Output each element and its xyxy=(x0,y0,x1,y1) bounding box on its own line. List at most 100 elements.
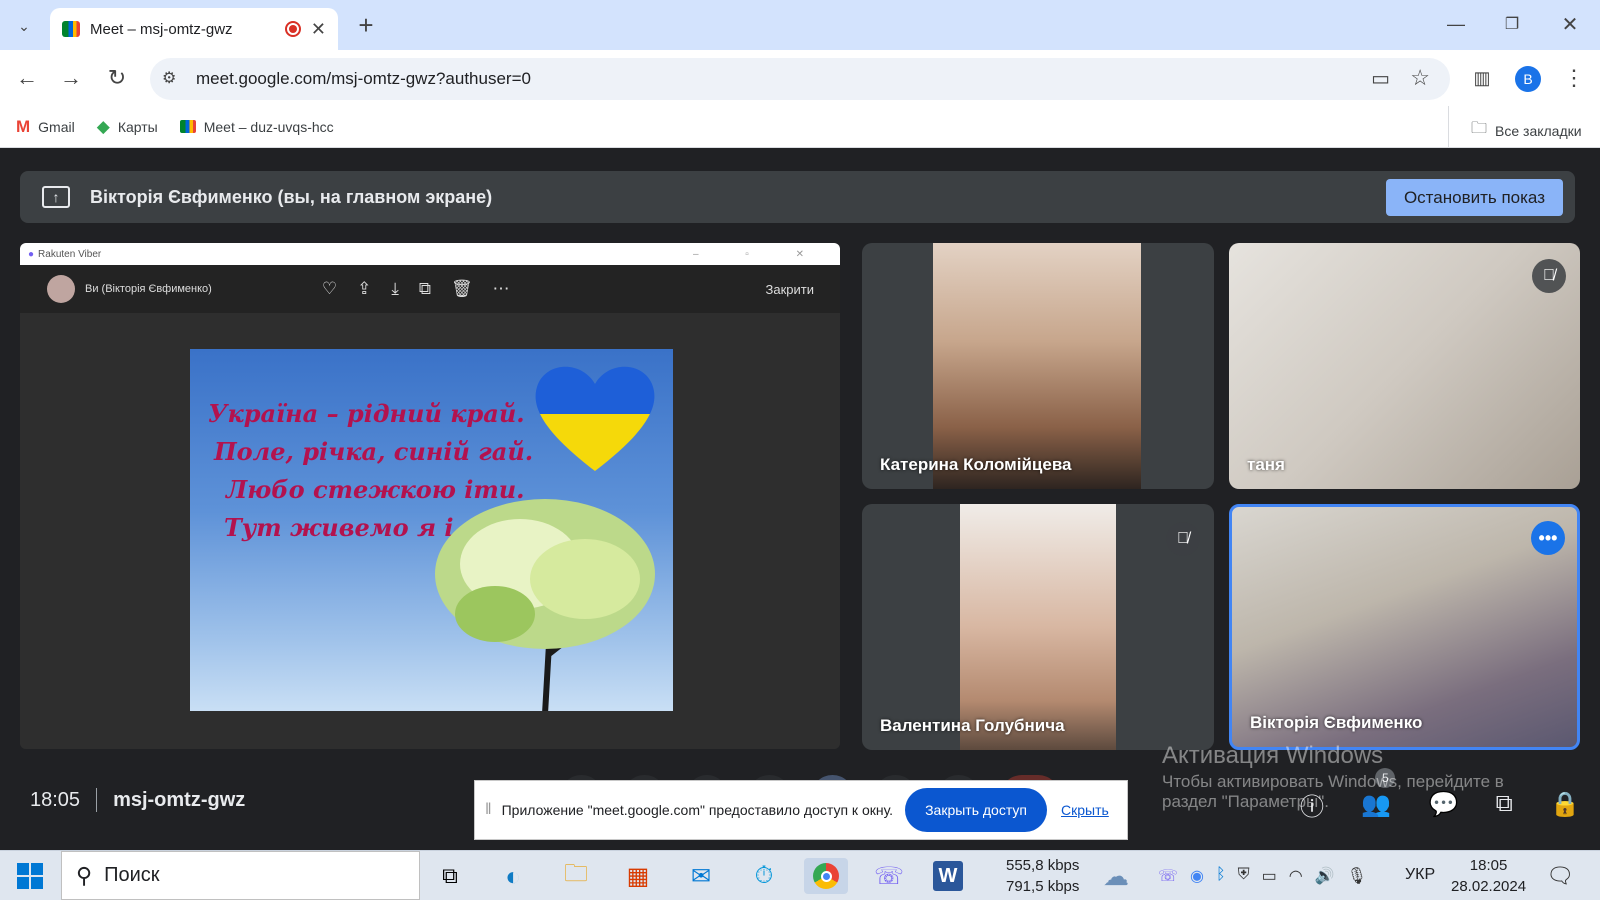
bookmark-star-icon[interactable]: ☆ xyxy=(1410,65,1430,91)
bookmark-maps[interactable]: ◆ Карты xyxy=(97,117,158,137)
mic-off-icon: 🎙̸ xyxy=(1532,259,1566,293)
gmail-icon: M xyxy=(16,116,31,136)
edge-icon[interactable]: ◐ xyxy=(495,858,531,894)
bookmarks-bar: M Gmail ◆ Карты Meet – duz-uvqs-hcc 🗀 Вс… xyxy=(0,106,1600,148)
tab-title: Meet – msj-omtz-gwz xyxy=(90,20,233,38)
address-bar[interactable]: ⚙ meet.google.com/msj-omtz-gwz?authuser=… xyxy=(150,58,1450,100)
side-controls: ⓘ 👥 5 💬 ⧉ 🔒 xyxy=(1300,767,1580,822)
notifications-icon[interactable]: 🗨 xyxy=(1542,858,1578,894)
side-panel-icon[interactable]: ▥ xyxy=(1466,62,1498,94)
search-icon: ⚲ xyxy=(76,862,93,888)
bookmark-label: Gmail xyxy=(38,118,75,135)
microphone-icon[interactable]: 🎙 xyxy=(1347,866,1367,886)
participant-tile-self[interactable]: ••• Вікторія Євфименко xyxy=(1229,504,1580,750)
participant-video xyxy=(960,504,1116,750)
weather-icon[interactable]: ☁ xyxy=(1098,858,1134,894)
activities-icon[interactable]: ⧉ xyxy=(1496,790,1513,818)
bookmark-meet[interactable]: Meet – duz-uvqs-hcc xyxy=(179,118,334,135)
presenting-banner: ↑ Вікторія Євфименко (вы, на главном экр… xyxy=(20,171,1575,223)
minimize-icon[interactable]: — xyxy=(1440,8,1472,40)
divider xyxy=(96,788,98,812)
close-access-button[interactable]: Закрыть доступ xyxy=(905,788,1047,832)
participant-tile[interactable]: 🎙̸ таня xyxy=(1229,243,1580,489)
viber-icon: ● xyxy=(28,248,35,260)
system-tray: ☏ ◉ ᛒ ⛨ ▭ ◠ 🔊 🎙 xyxy=(1158,866,1367,886)
tab-close-icon[interactable]: ✕ xyxy=(311,19,326,40)
participant-name: Вікторія Євфименко xyxy=(1250,713,1423,732)
file-explorer-icon[interactable]: 🗀 xyxy=(558,858,594,894)
participant-tile[interactable]: 🎙̸ Валентина Голубнича xyxy=(862,504,1214,750)
store-icon[interactable]: ▦ xyxy=(620,858,656,894)
new-tab-button[interactable]: + xyxy=(350,9,382,41)
bluetooth-icon[interactable]: ᛒ xyxy=(1216,866,1226,886)
drag-handle-icon[interactable]: ‖ xyxy=(485,801,492,819)
url-text: meet.google.com/msj-omtz-gwz?authuser=0 xyxy=(196,69,531,88)
clock-app-icon[interactable]: ⏱ xyxy=(746,858,782,894)
start-icon[interactable] xyxy=(12,858,48,894)
security-icon[interactable]: ⛨ xyxy=(1238,866,1250,886)
camera-icon[interactable]: ▭ xyxy=(1371,66,1390,91)
tab-meet[interactable]: Meet – msj-omtz-gwz ✕ xyxy=(50,8,338,50)
meeting-code: msj-omtz-gwz xyxy=(113,788,246,811)
meeting-time: 18:05 xyxy=(30,788,81,811)
folder-icon: 🗀 xyxy=(1471,120,1488,137)
participants-count-badge: 5 xyxy=(1375,767,1396,788)
viber-tray-icon[interactable]: ☏ xyxy=(1158,866,1178,886)
all-bookmarks[interactable]: 🗀 Все закладки xyxy=(1471,117,1582,144)
language-indicator[interactable]: УКР xyxy=(1405,866,1435,884)
task-view-icon[interactable]: ⧉ xyxy=(432,858,468,894)
recording-icon xyxy=(284,21,301,37)
shared-window: ● Rakuten Viber – ▫ ✕ Ви (Вікторія Євфим… xyxy=(20,243,840,749)
profile-initial: B xyxy=(1523,71,1533,87)
viber-titlebar: ● Rakuten Viber – ▫ ✕ xyxy=(20,243,840,265)
volume-icon[interactable]: 🔊 xyxy=(1315,866,1335,886)
reload-icon[interactable]: ↻ xyxy=(101,62,133,94)
restore-icon[interactable]: ❐ xyxy=(1496,8,1528,40)
more-options-icon[interactable]: ••• xyxy=(1531,521,1565,555)
viber-user: Ви (Вікторія Євфименко) xyxy=(85,283,212,295)
mic-off-icon: 🎙̸ xyxy=(1166,522,1200,556)
viber-window-controls-icon: – ▫ ✕ xyxy=(692,248,826,260)
bookmark-label: Meet – duz-uvqs-hcc xyxy=(203,118,334,135)
share-notice-bar: ‖ Приложение "meet.google.com" предостав… xyxy=(474,780,1128,840)
site-info-icon[interactable]: ⚙ xyxy=(162,68,176,88)
wifi-icon[interactable]: ◠ xyxy=(1289,866,1303,886)
info-icon[interactable]: ⓘ xyxy=(1300,787,1324,822)
meet-icon xyxy=(179,120,196,133)
chrome-icon[interactable] xyxy=(804,858,848,894)
participant-name: Валентина Голубнича xyxy=(880,716,1065,735)
tab-search-chevron-icon[interactable]: ⌄ xyxy=(8,10,40,42)
maps-icon: ◆ xyxy=(96,116,110,136)
bookmark-gmail[interactable]: M Gmail xyxy=(16,117,75,137)
network-speed: 555,8 kbps 791,5 kbps xyxy=(1006,855,1079,897)
chat-icon[interactable]: 💬 xyxy=(1428,790,1458,819)
blossom-tree-icon xyxy=(435,499,655,711)
mail-icon[interactable]: ✉ xyxy=(683,858,719,894)
battery-icon[interactable]: ▭ xyxy=(1262,866,1277,886)
clock-time: 18:05 xyxy=(1469,857,1508,874)
back-icon[interactable]: ← xyxy=(11,62,43,94)
chrome-tray-icon[interactable]: ◉ xyxy=(1190,866,1204,886)
participant-name: таня xyxy=(1247,455,1285,474)
taskbar-search[interactable]: ⚲ Поиск xyxy=(61,851,420,900)
profile-avatar[interactable]: B xyxy=(1515,66,1541,92)
people-icon[interactable]: 👥 5 xyxy=(1361,767,1396,819)
viber-taskbar-icon[interactable]: ☏ xyxy=(871,858,907,894)
stop-presenting-button[interactable]: Остановить показ xyxy=(1385,179,1563,216)
present-screen-icon: ↑ xyxy=(42,186,70,208)
net-up: 555,8 kbps xyxy=(1006,857,1080,874)
share-notice-text: Приложение "meet.google.com" предоставил… xyxy=(501,802,894,818)
host-controls-icon[interactable]: 🔒 xyxy=(1550,790,1580,819)
taskbar-clock[interactable]: 18:05 28.02.2024 xyxy=(1451,855,1526,897)
viber-title: Rakuten Viber xyxy=(38,248,102,260)
word-icon[interactable]: W xyxy=(933,861,963,891)
window-close-icon[interactable]: ✕ xyxy=(1554,8,1586,40)
forward-icon[interactable]: → xyxy=(55,62,87,94)
clock-date: 28.02.2024 xyxy=(1451,878,1527,895)
participant-name: Катерина Коломійцева xyxy=(880,455,1072,474)
hide-link[interactable]: Скрыть xyxy=(1061,802,1109,818)
taskbar-search-label: Поиск xyxy=(104,864,160,886)
menu-kebab-icon[interactable]: ⋮ xyxy=(1558,62,1590,94)
participant-tile[interactable]: Катерина Коломійцева xyxy=(862,243,1214,489)
stop-presenting-label: Остановить показ xyxy=(1403,187,1545,207)
